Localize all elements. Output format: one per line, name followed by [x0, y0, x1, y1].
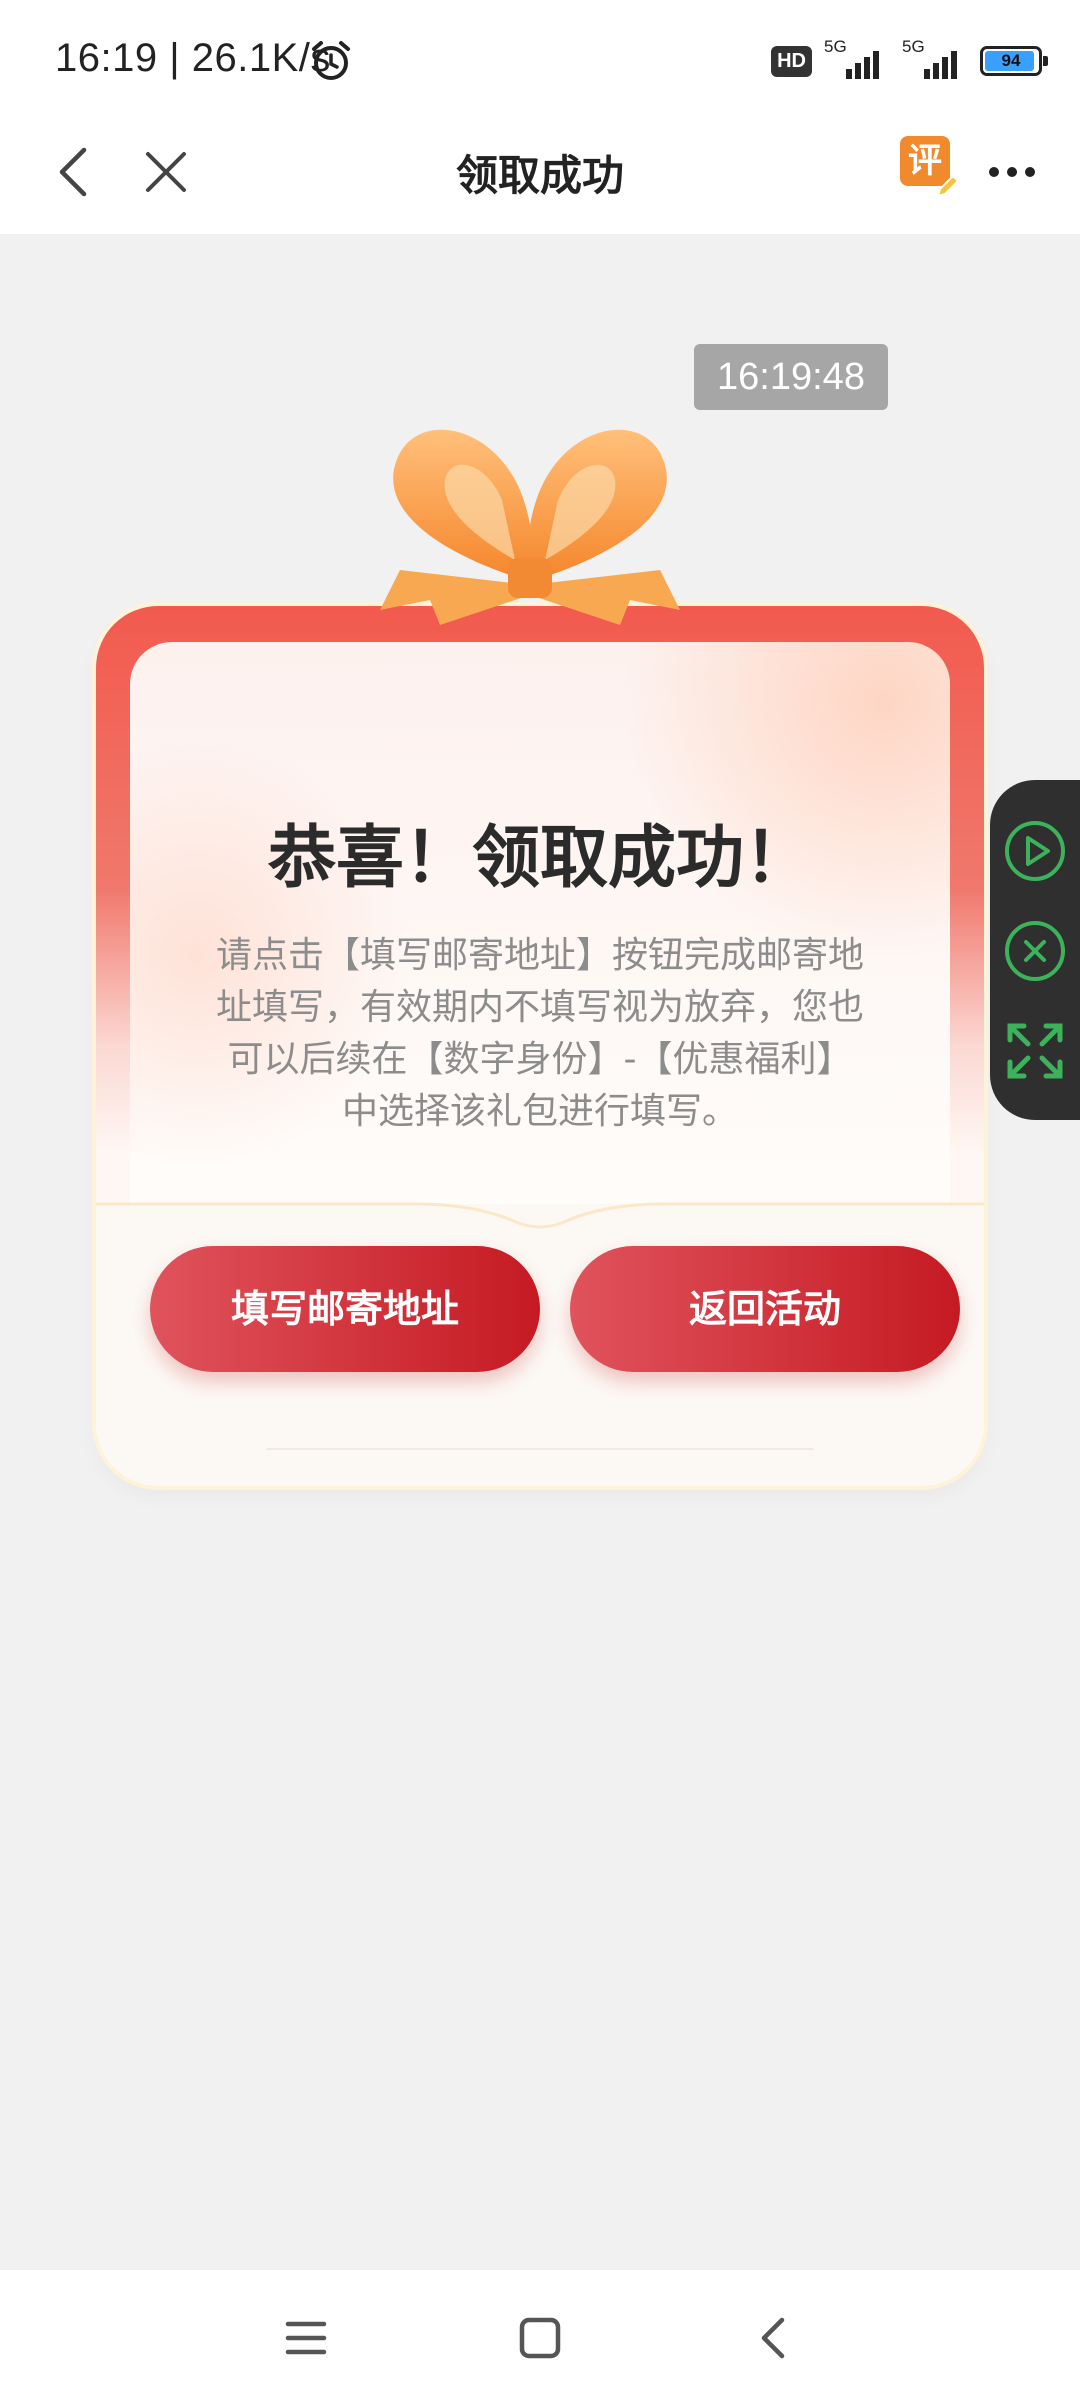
menu-icon[interactable] — [280, 2312, 332, 2364]
floating-control-panel — [990, 780, 1080, 1120]
status-time: 16:19 | 26.1K/s — [55, 36, 331, 80]
message-timestamp: 16:19:48 — [694, 344, 888, 410]
success-title: 恭喜！领取成功！ — [267, 819, 812, 898]
status-bar: 16:19 | 26.1K/s HD 5G 5G 94 — [0, 0, 1080, 112]
nav-bar: 领取成功 评 — [0, 112, 1080, 234]
play-icon[interactable] — [1000, 816, 1070, 886]
more-icon[interactable] — [984, 152, 1040, 192]
gift-bow-icon — [380, 429, 680, 625]
signal-icon-2: 5G — [902, 37, 968, 81]
fill-address-button[interactable]: 填写邮寄地址 — [150, 1246, 540, 1372]
close-circle-icon[interactable] — [1000, 916, 1070, 986]
expand-icon[interactable] — [1000, 1016, 1070, 1086]
signal-icon: 5G — [824, 37, 890, 81]
battery-icon: 94 — [980, 46, 1048, 76]
system-nav-bar — [0, 2270, 1080, 2400]
status-indicators: HD 5G 5G 94 — [771, 37, 1048, 84]
gift-card: 恭喜！领取成功！ 请点击【填写邮寄地址】按钮完成邮寄地址填写，有效期内不填写视为… — [96, 410, 984, 1490]
footer-divider — [266, 1448, 814, 1450]
back-to-activity-button[interactable]: 返回活动 — [570, 1246, 960, 1372]
pen-icon — [936, 174, 960, 198]
alarm-icon — [312, 41, 350, 80]
card-content: 恭喜！领取成功！ 请点击【填写邮寄地址】按钮完成邮寄地址填写，有效期内不填写视为… — [130, 642, 950, 1242]
home-icon[interactable] — [514, 2312, 566, 2364]
success-description: 请点击【填写邮寄地址】按钮完成邮寄地址填写，有效期内不填写视为放弃，您也可以后续… — [215, 935, 864, 1132]
card-frame: 恭喜！领取成功！ 请点击【填写邮寄地址】按钮完成邮寄地址填写，有效期内不填写视为… — [96, 606, 984, 1486]
back-nav-icon[interactable] — [748, 2312, 800, 2364]
card-divider — [96, 1202, 984, 1229]
battery-level: 94 — [1001, 51, 1021, 70]
review-icon[interactable]: 评 — [900, 136, 960, 198]
hd-badge: HD — [771, 45, 812, 77]
